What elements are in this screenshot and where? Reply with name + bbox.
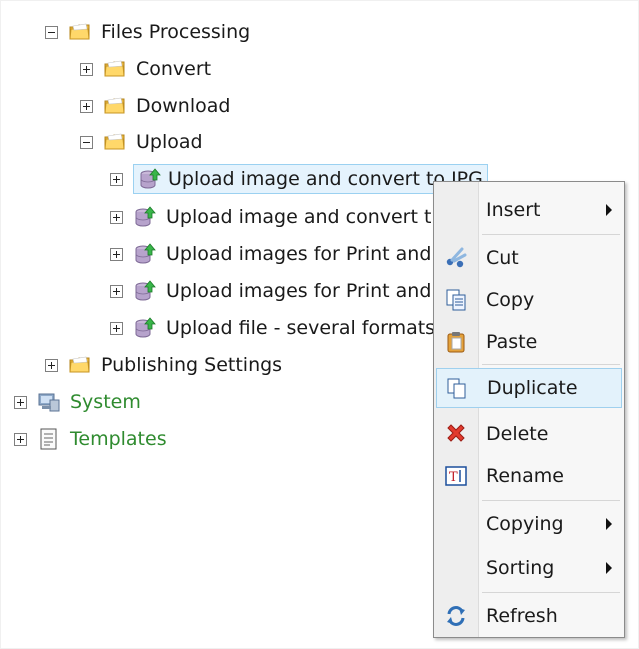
delete-icon — [436, 422, 476, 446]
expand-toggle[interactable] — [110, 172, 123, 186]
tree-node-publishing-settings[interactable]: Publishing Settings — [45, 347, 285, 383]
expand-toggle[interactable] — [80, 99, 93, 113]
folder-icon — [103, 130, 127, 154]
upload-task-icon — [138, 167, 162, 191]
expand-toggle[interactable] — [110, 247, 123, 261]
tree-node-upload[interactable]: Upload — [80, 124, 206, 160]
tree-node-upload-print-2[interactable]: Upload images for Print and — [110, 273, 434, 309]
paste-icon — [436, 330, 476, 354]
upload-task-icon — [133, 279, 157, 303]
menu-item-copy[interactable]: Copy — [436, 280, 622, 320]
menu-item-cut[interactable]: Cut — [436, 238, 622, 278]
folder-icon — [103, 57, 127, 81]
upload-task-icon — [133, 205, 157, 229]
menu-item-label: Cut — [486, 247, 519, 269]
expand-toggle[interactable] — [45, 358, 58, 372]
collapse-toggle[interactable] — [80, 135, 93, 149]
expand-toggle[interactable] — [110, 210, 123, 224]
tree-node-files-processing[interactable]: Files Processing — [45, 14, 253, 50]
menu-item-label: Insert — [486, 199, 541, 221]
context-menu: Insert Cut Copy Paste Duplicate Delete T… — [433, 181, 625, 638]
svg-text:T: T — [449, 470, 458, 485]
tree-node-label: Upload images for Print and — [166, 243, 432, 265]
refresh-icon — [436, 604, 476, 628]
menu-item-label: Copying — [486, 513, 564, 535]
menu-item-insert[interactable]: Insert — [436, 190, 622, 230]
duplicate-icon — [437, 376, 477, 400]
upload-task-icon — [133, 316, 157, 340]
menu-item-rename[interactable]: T Rename — [436, 456, 622, 496]
submenu-arrow-icon — [606, 204, 612, 216]
menu-item-label: Paste — [486, 331, 538, 353]
submenu-arrow-icon — [606, 518, 612, 530]
tree-node-templates[interactable]: Templates — [14, 421, 170, 457]
tree-node-label: Upload image and convert t — [166, 206, 432, 228]
folder-icon — [68, 353, 92, 377]
tree-node-upload-print-1[interactable]: Upload images for Print and — [110, 236, 434, 272]
expand-toggle[interactable] — [110, 321, 123, 335]
menu-item-label: Sorting — [486, 557, 555, 579]
folder-icon — [68, 20, 92, 44]
templates-icon — [37, 427, 61, 451]
menu-separator — [482, 234, 620, 235]
menu-item-copying[interactable]: Copying — [436, 504, 622, 544]
menu-item-duplicate[interactable]: Duplicate — [436, 368, 622, 408]
rename-icon: T — [436, 464, 476, 488]
expand-toggle[interactable] — [14, 432, 27, 446]
tree-node-upload-image-convert[interactable]: Upload image and convert t — [110, 199, 434, 235]
menu-separator — [482, 592, 620, 593]
system-icon — [37, 390, 61, 414]
tree-node-label: Upload images for Print and — [166, 280, 432, 302]
menu-separator — [482, 500, 620, 501]
scissors-icon — [436, 246, 476, 270]
tree-node-system[interactable]: System — [14, 384, 144, 420]
expand-toggle[interactable] — [14, 395, 27, 409]
tree-node-download[interactable]: Download — [80, 88, 233, 124]
tree-node-label: Upload — [136, 131, 203, 153]
tree-node-label: Publishing Settings — [101, 354, 283, 376]
menu-item-label: Rename — [486, 465, 564, 487]
menu-item-sorting[interactable]: Sorting — [436, 548, 622, 588]
menu-item-paste[interactable]: Paste — [436, 322, 622, 362]
upload-task-icon — [133, 242, 157, 266]
tree-node-upload-image-jpg[interactable]: Upload image and convert to JPG — [110, 161, 488, 197]
menu-item-delete[interactable]: Delete — [436, 414, 622, 454]
menu-item-refresh[interactable]: Refresh — [436, 596, 622, 636]
tree-node-upload-several-formats[interactable]: Upload file - several formats — [110, 310, 438, 346]
menu-item-label: Delete — [486, 423, 549, 445]
tree-node-label: Upload file - several formats — [166, 317, 436, 339]
copy-icon — [436, 288, 476, 312]
tree-node-label: Files Processing — [101, 21, 251, 43]
menu-item-label: Refresh — [486, 605, 558, 627]
folder-icon — [103, 94, 127, 118]
menu-separator — [482, 364, 620, 365]
tree-node-convert[interactable]: Convert — [80, 51, 214, 87]
tree-node-label: Convert — [136, 58, 212, 80]
expand-toggle[interactable] — [80, 62, 93, 76]
submenu-arrow-icon — [606, 562, 612, 574]
expand-toggle[interactable] — [110, 284, 123, 298]
tree-node-label: Download — [136, 95, 231, 117]
menu-item-label: Duplicate — [487, 377, 578, 399]
tree-node-label: System — [70, 391, 141, 413]
collapse-toggle[interactable] — [45, 25, 58, 39]
menu-item-label: Copy — [486, 289, 535, 311]
tree-node-label: Templates — [70, 428, 167, 450]
